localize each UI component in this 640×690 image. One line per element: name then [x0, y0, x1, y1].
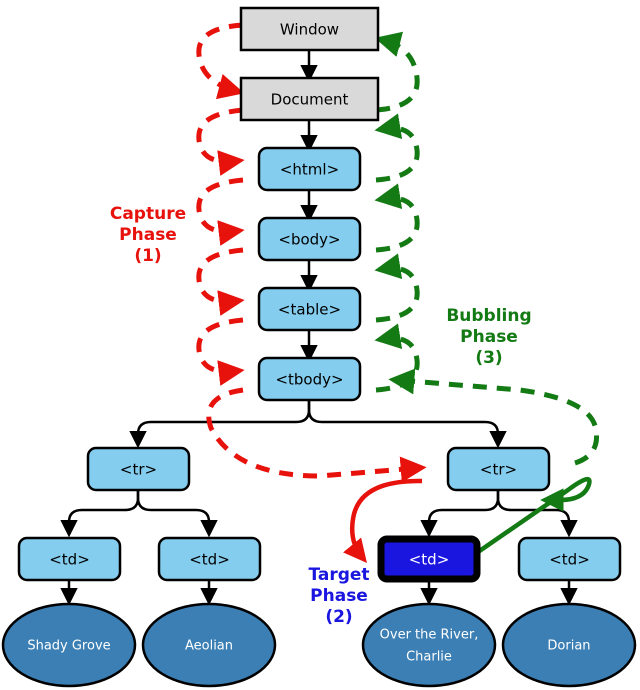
event-flow-canvas: Window Document <html> <body> <table> <t… — [1, 6, 637, 688]
node-document-label: Document — [271, 91, 349, 109]
node-table-label: <table> — [278, 301, 341, 319]
node-window[interactable]: Window — [239, 6, 380, 52]
target-phase-label-line3: (2) — [325, 607, 352, 627]
node-td-2-label: <td> — [189, 551, 230, 569]
leaf-aeolian[interactable]: Aeolian — [141, 602, 277, 688]
node-html-label: <html> — [280, 161, 339, 179]
bubble-arrow-html-document — [374, 113, 420, 183]
bubble-arrow-table-body — [374, 253, 420, 323]
node-tbody-label: <tbody> — [275, 371, 343, 389]
edge-tr-right-td-target — [420, 490, 500, 538]
capture-arrow-window-document — [196, 22, 245, 100]
node-td-1-label: <td> — [49, 551, 90, 569]
leaf-over-the-river-charlie[interactable]: Over the River, Charlie — [361, 602, 497, 688]
node-tr-right[interactable]: <tr> — [446, 446, 551, 492]
leaf-over-the-river-charlie-label-line2: Charlie — [406, 650, 452, 665]
capture-arrow-html-body — [196, 177, 245, 246]
edge-tr-left-td-1 — [60, 490, 140, 538]
node-table[interactable]: <table> — [257, 286, 362, 332]
node-tbody[interactable]: <tbody> — [257, 356, 362, 402]
node-document[interactable]: Document — [239, 76, 380, 122]
bubble-arrow-document-window — [374, 31, 420, 113]
leaf-over-the-river-charlie-label-line1: Over the River, — [380, 628, 479, 643]
leaf-over-the-river-charlie-ellipse[interactable] — [361, 602, 497, 688]
target-phase-label-line1: Target — [308, 565, 369, 585]
capture-arrow-table-tbody — [196, 317, 245, 386]
capture-phase-label-line2: Phase — [119, 225, 177, 245]
node-body[interactable]: <body> — [257, 216, 362, 262]
edge-tr-left-td-2 — [136, 490, 218, 538]
node-tr-left[interactable]: <tr> — [86, 446, 191, 492]
node-window-label: Window — [280, 21, 339, 39]
node-boxes: Window Document <html> <body> <table> <t… — [17, 6, 622, 583]
bubbling-phase-label-line3: (3) — [475, 348, 502, 368]
leaf-aeolian-label: Aeolian — [185, 639, 233, 654]
target-phase-label: Target Phase (2) — [308, 565, 369, 627]
edge-tbody-tr-right — [307, 400, 507, 449]
leaf-shady-grove-label: Shady Grove — [27, 639, 110, 654]
capture-phase-label-line3: (1) — [134, 246, 161, 266]
node-td-1[interactable]: <td> — [17, 536, 122, 582]
bubble-arrow-body-html — [374, 183, 420, 253]
capture-arrow-body-table — [196, 247, 245, 316]
edge-tbody-tr-left — [129, 400, 311, 449]
leaf-shady-grove[interactable]: Shady Grove — [1, 602, 137, 688]
bubbling-phase-label-line1: Bubbling — [446, 306, 531, 326]
node-td-2[interactable]: <td> — [157, 536, 262, 582]
node-tr-right-label: <tr> — [480, 461, 517, 479]
capture-phase-label-line1: Capture — [110, 204, 186, 224]
node-td-target[interactable]: <td> — [377, 535, 481, 583]
bubbling-phase-label-line2: Phase — [460, 327, 518, 347]
node-td-target-label: <td> — [409, 551, 450, 569]
leaf-nodes: Shady Grove Aeolian Over the River, Char… — [1, 602, 637, 688]
node-td-4-label: <td> — [549, 551, 590, 569]
node-html[interactable]: <html> — [257, 146, 362, 192]
target-phase-label-line2: Phase — [310, 586, 368, 606]
leaf-dorian[interactable]: Dorian — [501, 602, 637, 688]
dom-event-flow-diagram: Window Document <html> <body> <table> <t… — [0, 0, 640, 690]
node-td-4[interactable]: <td> — [517, 536, 622, 582]
capture-arrow-document-html — [196, 107, 245, 176]
bubbling-phase-label: Bubbling Phase (3) — [446, 306, 531, 368]
capture-phase-label: Capture Phase (1) — [110, 204, 186, 266]
node-tr-left-label: <tr> — [120, 461, 157, 479]
node-body-label: <body> — [278, 231, 340, 249]
leaf-dorian-label: Dorian — [547, 639, 590, 654]
capture-arrow-tbody-tr-right — [206, 387, 427, 483]
